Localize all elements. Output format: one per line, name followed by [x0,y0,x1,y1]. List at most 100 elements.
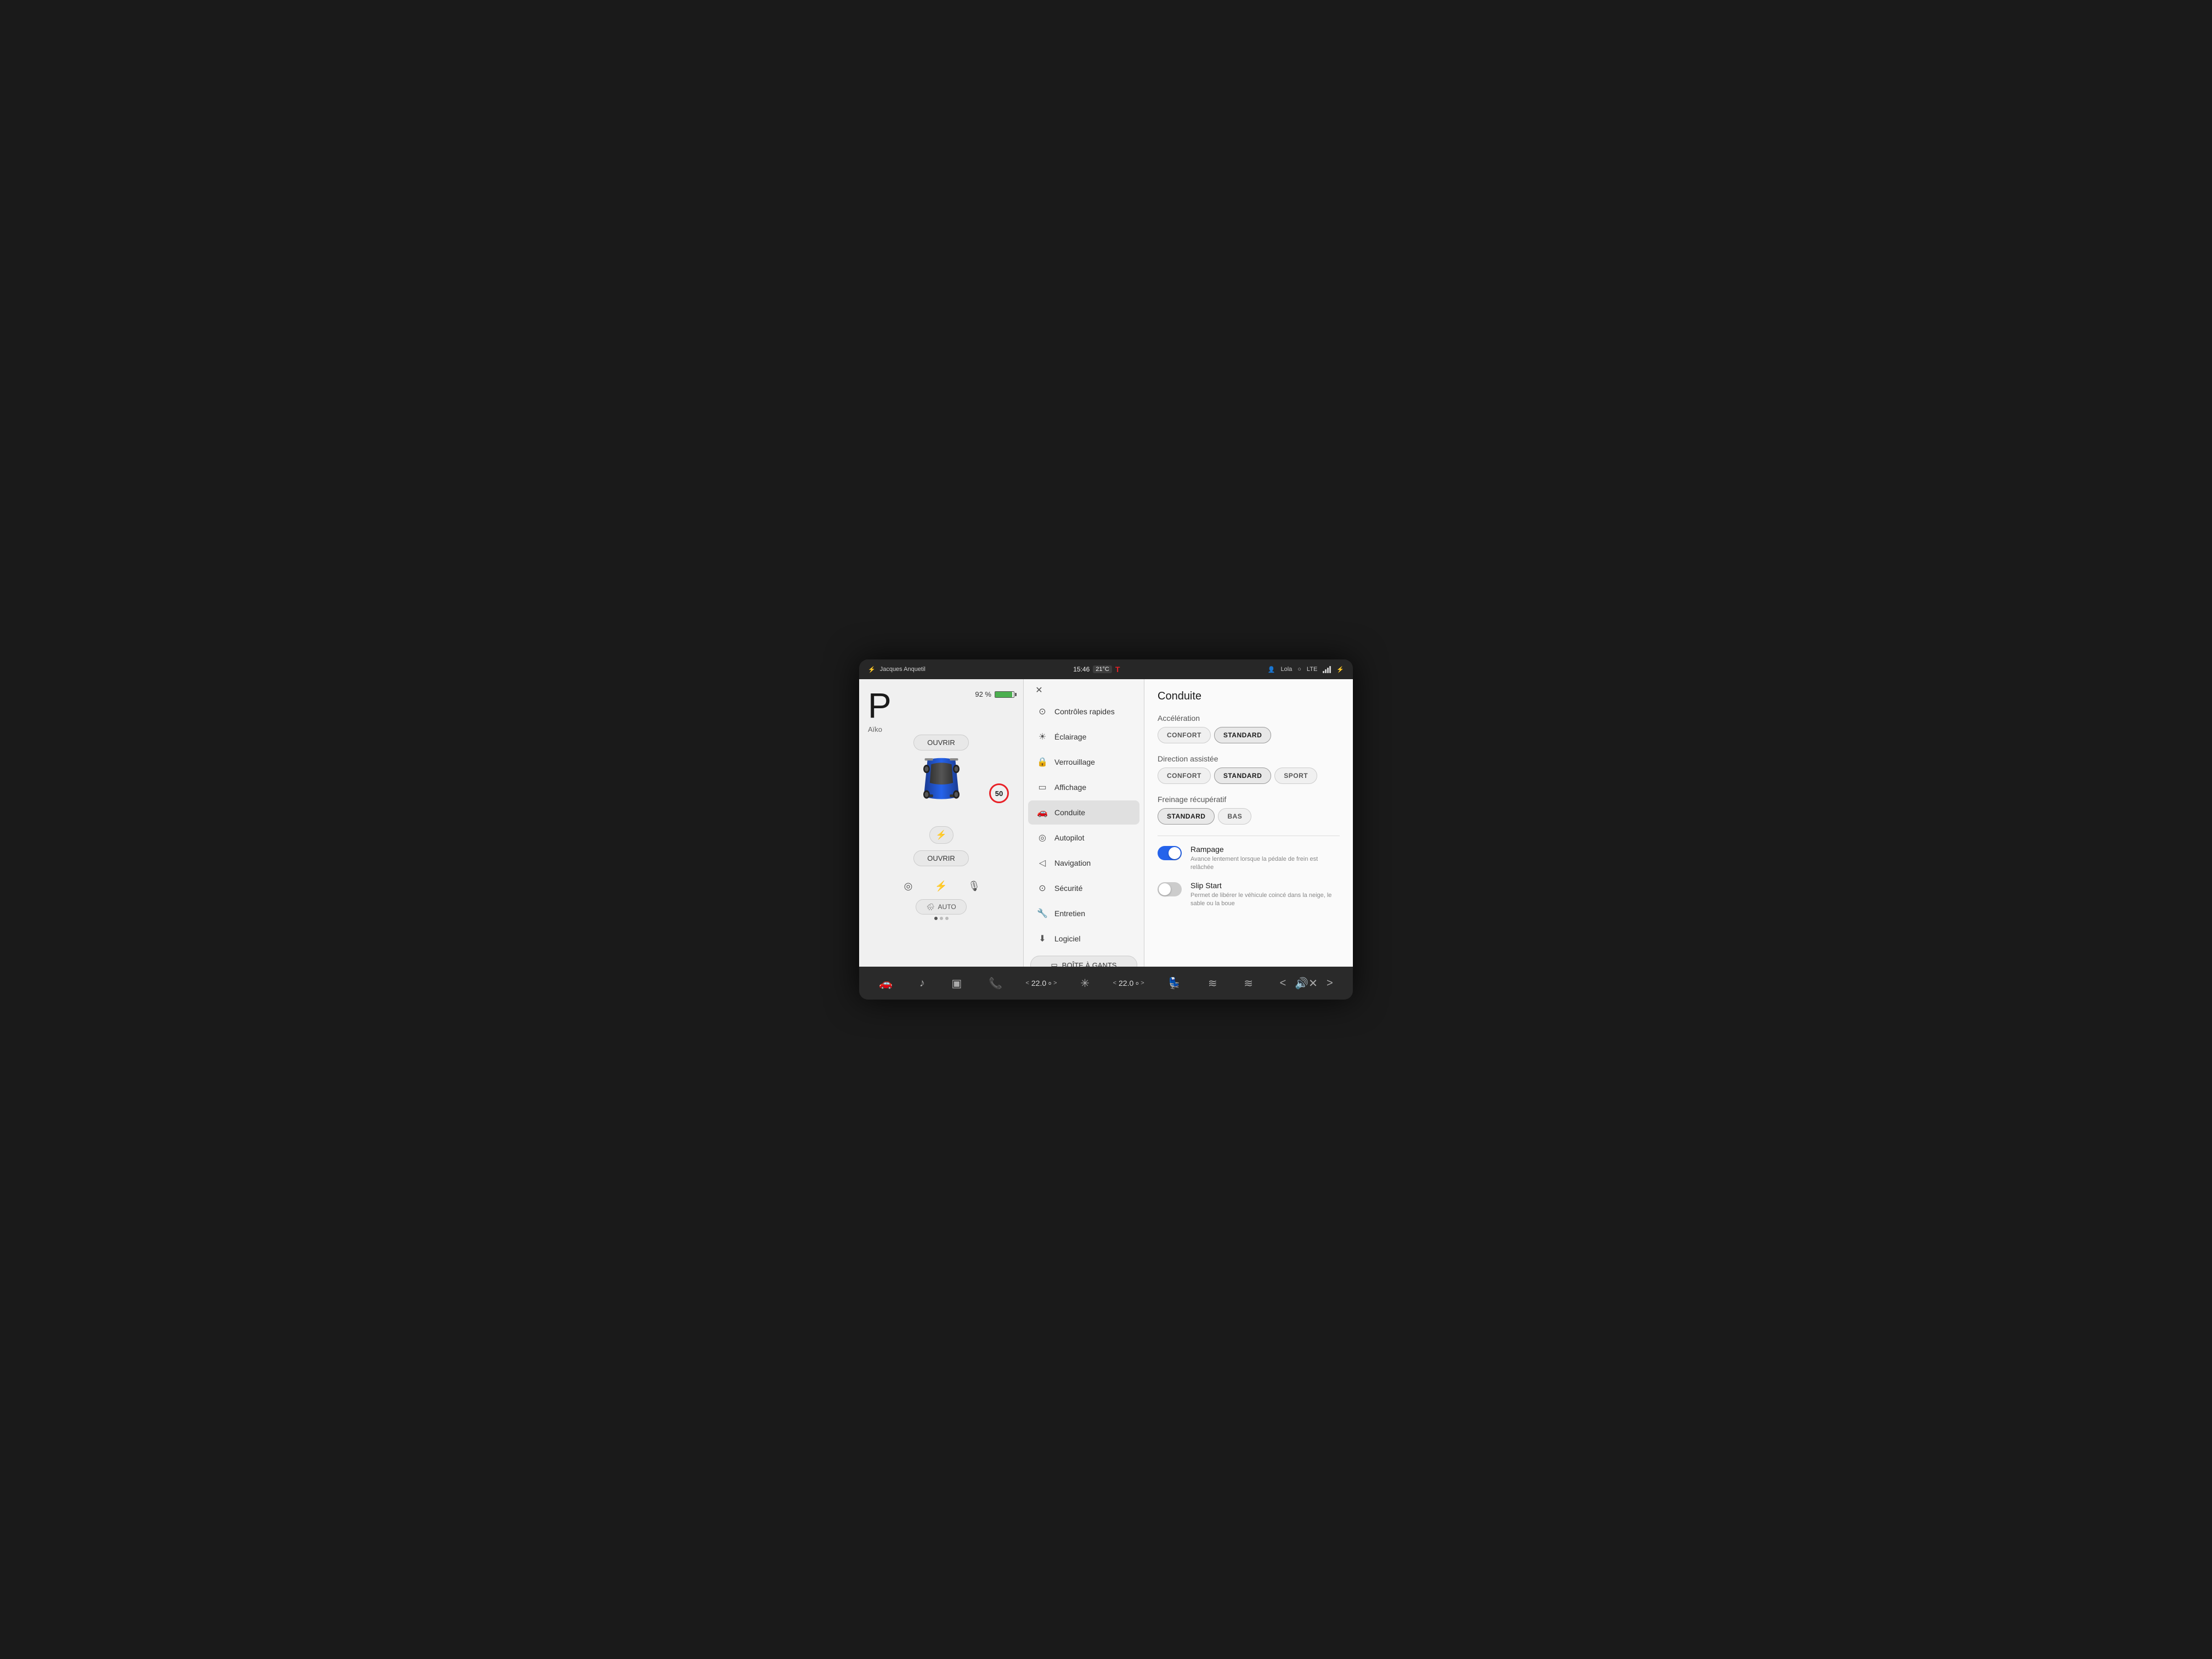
tesla-logo: T [1115,665,1120,674]
user-name: Lola [1280,666,1292,673]
securite-label: Sécurité [1054,884,1082,893]
wiper-label: AUTO [938,903,956,911]
menu-item-verrouillage[interactable]: 🔒 Verrouillage [1028,750,1139,774]
affichage-label: Affichage [1054,783,1086,792]
signal-bar-3 [1327,668,1329,673]
apps-icon[interactable]: ▣ [948,973,965,994]
volume-mute-icon[interactable]: 🔊✕ [1291,973,1321,994]
freinage-label: Freinage récupératif [1158,795,1340,804]
temperature-display: 21°C [1093,665,1112,673]
freinage-bas-btn[interactable]: BAS [1218,808,1251,825]
menu-panel: ✕ ⊙ Contrôles rapides ☀ Éclairage 🔒 Verr… [1024,679,1144,967]
entretien-icon: 🔧 [1037,908,1048,919]
freinage-section: Freinage récupératif STANDARD BAS [1158,795,1340,825]
open-bottom-button[interactable]: OUVRIR [913,850,969,866]
dot-3 [945,917,949,920]
direction-sport-btn[interactable]: SPORT [1274,768,1317,784]
temp-right-up-arrow[interactable]: > [1141,980,1144,986]
temp-left-control: < 22.0 o > [1025,979,1057,988]
top-bar-center: 15:46 21°C T [1073,665,1120,674]
direction-section: Direction assistée CONFORT STANDARD SPOR… [1158,754,1340,784]
menu-item-affichage[interactable]: ▭ Affichage [1028,775,1139,799]
temp-left-unit: o [1048,980,1051,986]
controles-label: Contrôles rapides [1054,707,1115,716]
freinage-btn-group: STANDARD BAS [1158,808,1340,825]
menu-close-button[interactable]: ✕ [1030,685,1048,696]
entretien-label: Entretien [1054,909,1085,918]
location-icon[interactable]: ◎ [900,877,917,895]
phone-icon[interactable]: 📞 [985,973,1006,994]
car-top-area: 50 [868,753,1014,819]
top-bar-right: 👤 Lola ○ LTE ⚡ [1268,666,1344,673]
location-text: Jacques Anquetil [880,666,926,673]
slip-start-toggle-thumb [1159,883,1171,895]
slip-start-title: Slip Start [1190,881,1340,890]
menu-item-conduite[interactable]: 🚗 Conduite [1028,800,1139,825]
verrouillage-label: Verrouillage [1054,758,1095,766]
charge-button[interactable]: ⚡ [929,826,953,844]
signal-bar-4 [1329,666,1331,673]
slip-start-toggle[interactable] [1158,882,1182,896]
car-bottom-icon[interactable]: 🚗 [876,973,896,994]
autopilot-icon: ◎ [1037,832,1048,843]
logiciel-icon: ⬇ [1037,933,1048,944]
gear-indicator: P [868,688,891,723]
temp-right-value: 22.0 [1119,979,1133,988]
menu-item-eclairage[interactable]: ☀ Éclairage [1028,725,1139,749]
temp-right-control: < 22.0 o > [1113,979,1144,988]
charge-icon: ⚡ [936,830,947,840]
menu-item-autopilot[interactable]: ◎ Autopilot [1028,826,1139,850]
acceleration-standard-btn[interactable]: STANDARD [1214,727,1271,743]
next-volume-icon[interactable]: > [1323,974,1336,993]
conduite-label: Conduite [1054,808,1085,817]
network-label: LTE [1307,666,1317,673]
menu-item-controles[interactable]: ⊙ Contrôles rapides [1028,699,1139,724]
verrouillage-icon: 🔒 [1037,757,1048,768]
signal-bars [1323,666,1331,673]
acceleration-btn-group: CONFORT STANDARD [1158,727,1340,743]
tesla-screen: ⚡ Jacques Anquetil 15:46 21°C T 👤 Lola ○… [859,659,1353,1000]
slip-start-row: Slip Start Permet de libérer le véhicule… [1158,881,1340,909]
direction-confort-btn[interactable]: CONFORT [1158,768,1211,784]
lte-indicator: ○ [1297,666,1301,673]
menu-item-entretien[interactable]: 🔧 Entretien [1028,901,1139,926]
temp-left-up-arrow[interactable]: > [1053,980,1057,986]
car-image [914,753,969,813]
rampage-toggle[interactable] [1158,846,1182,860]
menu-item-logiciel[interactable]: ⬇ Logiciel [1028,927,1139,951]
charging-status-icon: ⚡ [868,666,876,673]
autopilot-label: Autopilot [1054,833,1084,842]
direction-standard-btn[interactable]: STANDARD [1214,768,1271,784]
defrost-front-icon[interactable]: ≋ [1205,973,1221,994]
signal-bar-1 [1323,671,1324,673]
eclairage-label: Éclairage [1054,732,1086,741]
temp-left-down-arrow[interactable]: < [1025,980,1029,986]
defrost-rear-icon[interactable]: ≋ [1240,973,1256,994]
main-content: P Aïko 92 % OUVRIR 50 [859,679,1353,967]
volume-control: < 🔊✕ > [1277,973,1336,994]
seat-icon[interactable]: 💺 [1164,973,1184,994]
acceleration-label: Accélération [1158,714,1340,723]
battery-bar [995,691,1014,698]
user-icon: 👤 [1268,666,1276,673]
prev-volume-icon[interactable]: < [1277,974,1290,993]
open-top-button[interactable]: OUVRIR [913,735,969,751]
menu-item-securite[interactable]: ⊙ Sécurité [1028,876,1139,900]
power-icon[interactable]: ⚡ [933,877,950,895]
rampage-title: Rampage [1190,845,1340,854]
acceleration-confort-btn[interactable]: CONFORT [1158,727,1211,743]
freinage-standard-btn[interactable]: STANDARD [1158,808,1215,825]
wiper-icon: 🌧 [926,903,934,911]
direction-btn-group: CONFORT STANDARD SPORT [1158,768,1340,784]
music-icon[interactable]: ♪ [916,974,928,993]
fan-icon[interactable]: ✳ [1077,973,1093,994]
temp-right-unit: o [1136,980,1138,986]
bottom-icons-row: ◎ ⚡ 🎙 [900,877,983,895]
slip-start-desc: Permet de libérer le véhicule coincé dan… [1190,891,1340,909]
top-bar-left: ⚡ Jacques Anquetil [868,666,926,673]
menu-item-navigation[interactable]: ◁ Navigation [1028,851,1139,875]
temp-right-down-arrow[interactable]: < [1113,980,1116,986]
mic-icon[interactable]: 🎙 [966,877,983,895]
wiper-button[interactable]: 🌧 AUTO [916,899,966,915]
glove-box-button[interactable]: ▭ BOÎTE À GANTS [1030,956,1137,967]
